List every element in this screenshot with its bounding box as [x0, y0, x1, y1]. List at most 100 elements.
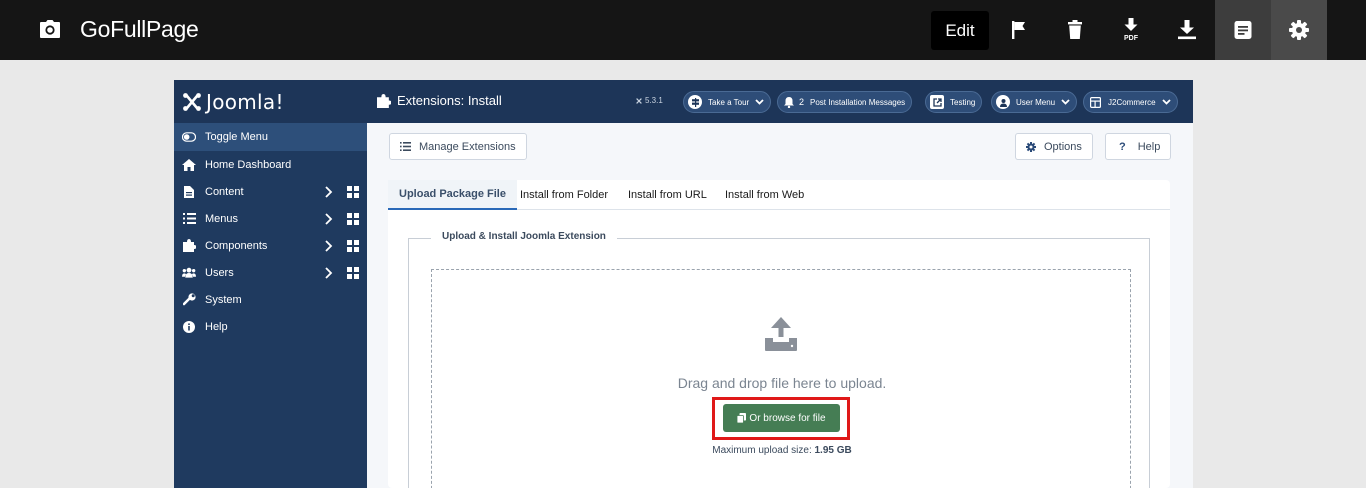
- chevron-down-icon: [1161, 99, 1171, 105]
- wrench-icon: [182, 293, 196, 307]
- user-icon: [996, 95, 1010, 109]
- help-button[interactable]: ? Help: [1105, 133, 1172, 160]
- tab-install-from-folder[interactable]: Install from Folder: [509, 180, 619, 210]
- download-icon: [1178, 20, 1196, 40]
- sidebar-item-components[interactable]: Components: [174, 232, 367, 259]
- chevron-right-icon[interactable]: [324, 186, 334, 198]
- users-icon: [182, 266, 196, 280]
- site-menu-button[interactable]: J2Commerce: [1083, 91, 1178, 113]
- list-icon: [182, 212, 196, 226]
- puzzle-icon: [182, 239, 196, 253]
- joomla-admin-screenshot: Joomla! Toggle Menu Home Dashboard Conte…: [174, 80, 1193, 488]
- sidebar-item-label: Menus: [205, 212, 239, 225]
- puzzle-icon: [377, 93, 391, 108]
- sidebar-item-label: Content: [205, 185, 244, 198]
- dashboard-grid-icon[interactable]: [347, 213, 359, 225]
- settings-button[interactable]: [1271, 0, 1327, 60]
- site-label: J2Commerce: [1108, 97, 1156, 107]
- dashboard-grid-icon[interactable]: [347, 267, 359, 279]
- joomla-logo-icon: [183, 92, 201, 111]
- dashboard-grid-icon[interactable]: [347, 240, 359, 252]
- sidebar-item-label: Toggle Menu: [205, 131, 268, 143]
- window-grid-icon: [1088, 95, 1102, 109]
- download-pdf-icon: [1124, 18, 1138, 31]
- sidebar-item-toggle-menu[interactable]: Toggle Menu: [174, 123, 367, 151]
- take-tour-button[interactable]: Take a Tour: [683, 91, 772, 113]
- version-badge: 5.3.1: [635, 96, 663, 105]
- toggle-icon: [182, 130, 196, 144]
- download-pdf-button[interactable]: PDF: [1103, 0, 1159, 60]
- flag-icon: [1012, 21, 1025, 39]
- edit-button[interactable]: Edit: [931, 11, 989, 50]
- sidebar-item-label: Users: [205, 266, 234, 279]
- pdf-label: PDF: [1124, 35, 1138, 42]
- testing-site-link[interactable]: Testing: [925, 91, 983, 113]
- version-text: 5.3.1: [645, 96, 663, 105]
- tab-upload-package-file[interactable]: Upload Package File: [388, 180, 517, 210]
- signpost-icon: [688, 95, 702, 109]
- chevron-down-icon: [755, 99, 764, 105]
- testing-label: Testing: [950, 97, 976, 107]
- gear-icon: [1026, 141, 1036, 152]
- highlight-box: [712, 397, 850, 440]
- install-tabs: Upload Package File Install from Folder …: [388, 180, 1170, 210]
- gear-icon: [1289, 20, 1309, 40]
- delete-button[interactable]: [1047, 0, 1103, 60]
- manage-extensions-label: Manage Extensions: [419, 140, 516, 153]
- sidebar-item-label: Home Dashboard: [205, 158, 292, 171]
- joomla-logo[interactable]: Joomla!: [174, 80, 367, 123]
- chevron-down-icon: [1061, 99, 1070, 105]
- max-upload-label: Maximum upload size:: [712, 445, 812, 456]
- post-install-count: 2: [799, 97, 805, 107]
- sidebar-item-label: Help: [205, 320, 228, 333]
- app-title: GoFullPage: [80, 16, 199, 42]
- sidebar-item-system[interactable]: System: [174, 286, 367, 313]
- upload-legend: Upload & Install Joomla Extension: [431, 231, 617, 242]
- sidebar-item-content[interactable]: Content: [174, 178, 367, 205]
- toolbar: Manage Extensions Options ? Help: [367, 123, 1193, 169]
- file-icon: [182, 185, 196, 199]
- page-title-text: Extensions: Install: [397, 93, 502, 108]
- page-title: Extensions: Install: [377, 93, 502, 108]
- trash-icon: [1068, 20, 1082, 39]
- upload-fieldset: Upload & Install Joomla Extension Drag a…: [408, 231, 1150, 488]
- post-install-label: Post Installation Messages: [810, 97, 906, 107]
- gofullpage-toolbar: GoFullPage Edit PDF: [0, 0, 1366, 60]
- tab-install-from-url[interactable]: Install from URL: [617, 180, 718, 210]
- max-upload-value: 1.95 GB: [814, 445, 852, 456]
- question-icon: ?: [1119, 140, 1126, 153]
- camera-icon[interactable]: [38, 18, 62, 42]
- drop-zone[interactable]: Drag and drop file here to upload. Or br…: [431, 269, 1131, 488]
- flag-button[interactable]: [991, 0, 1047, 60]
- sidebar-menu: Toggle Menu Home Dashboard Content Menus…: [174, 123, 367, 340]
- help-label: Help: [1137, 140, 1161, 153]
- info-icon: [182, 320, 196, 334]
- dashboard-grid-icon[interactable]: [347, 186, 359, 198]
- sidebar-item-users[interactable]: Users: [174, 259, 367, 286]
- document-button[interactable]: [1215, 0, 1271, 60]
- upload-icon: [765, 317, 797, 351]
- download-button[interactable]: [1159, 0, 1215, 60]
- sidebar: Joomla! Toggle Menu Home Dashboard Conte…: [174, 80, 367, 488]
- post-installation-messages-button[interactable]: 2 Post Installation Messages: [777, 91, 913, 113]
- manage-extensions-button[interactable]: Manage Extensions: [389, 133, 527, 160]
- joomla-logo-text: Joomla!: [206, 89, 284, 114]
- options-button[interactable]: Options: [1015, 133, 1093, 160]
- bell-icon: [782, 95, 796, 109]
- chevron-right-icon[interactable]: [324, 240, 334, 252]
- sidebar-item-label: Components: [205, 239, 268, 252]
- document-icon: [1234, 21, 1252, 39]
- chevron-right-icon[interactable]: [324, 267, 334, 279]
- sidebar-item-menus[interactable]: Menus: [174, 205, 367, 232]
- user-menu-button[interactable]: User Menu: [991, 91, 1078, 113]
- tab-install-from-web[interactable]: Install from Web: [714, 180, 815, 210]
- sidebar-item-home-dashboard[interactable]: Home Dashboard: [174, 151, 367, 178]
- options-label: Options: [1044, 140, 1082, 153]
- home-icon: [182, 158, 196, 172]
- chevron-right-icon[interactable]: [324, 213, 334, 225]
- take-tour-label: Take a Tour: [708, 97, 750, 107]
- header-bar: Extensions: Install 5.3.1 Take a Tour 2 …: [367, 80, 1193, 123]
- max-upload-size: Maximum upload size: 1.95 GB: [432, 445, 1132, 456]
- sidebar-item-help[interactable]: Help: [174, 313, 367, 340]
- external-link-icon: [930, 95, 944, 109]
